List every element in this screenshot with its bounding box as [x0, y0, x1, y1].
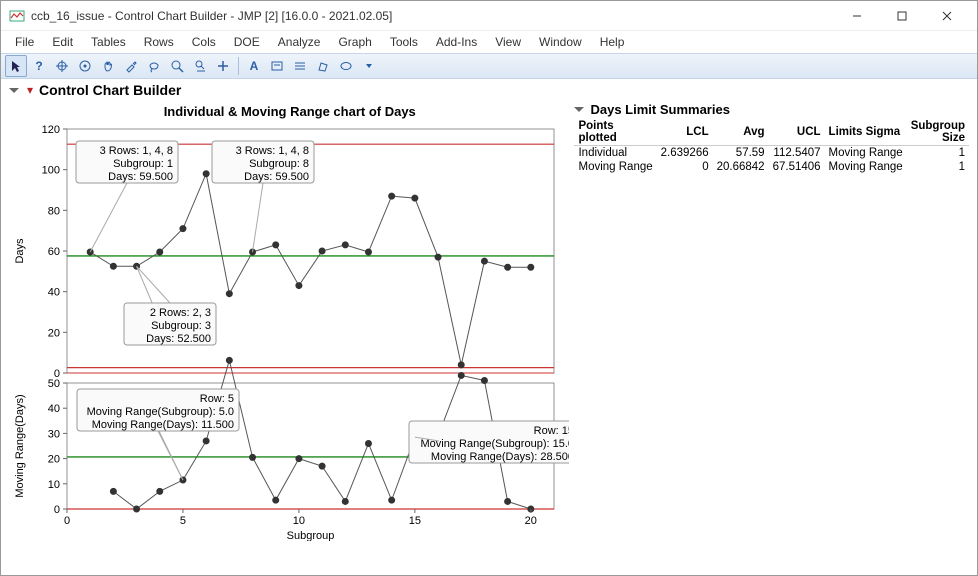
menu-tools[interactable]: Tools [382, 33, 426, 51]
toolbar: ? A [1, 53, 977, 79]
summary-table: Points plotted LCL Avg UCL Limits Sigma … [574, 119, 969, 174]
lasso-tool-icon[interactable] [143, 55, 165, 77]
svg-text:40: 40 [48, 403, 60, 415]
zoom-tool-icon[interactable] [166, 55, 188, 77]
disclosure-toggle-icon[interactable] [574, 107, 584, 112]
app-window: ccb_16_issue - Control Chart Builder - J… [0, 0, 978, 576]
svg-text:Moving Range(Subgroup): 15.0: Moving Range(Subgroup): 15.0 [421, 438, 569, 450]
magnify-axis-tool-icon[interactable] [189, 55, 211, 77]
menu-doe[interactable]: DOE [226, 33, 268, 51]
dropdown-tool-icon[interactable] [358, 55, 380, 77]
chart-title: Individual & Moving Range chart of Days [9, 104, 570, 119]
svg-text:50: 50 [48, 378, 60, 390]
svg-text:40: 40 [48, 287, 60, 299]
svg-text:Moving Range(Days): Moving Range(Days) [14, 394, 26, 497]
menubar: File Edit Tables Rows Cols DOE Analyze G… [1, 31, 977, 53]
maximize-button[interactable] [879, 1, 924, 30]
svg-text:Row: 5: Row: 5 [200, 393, 234, 405]
svg-text:30: 30 [48, 428, 60, 440]
menu-rows[interactable]: Rows [136, 33, 182, 51]
svg-text:60: 60 [48, 246, 60, 258]
rect-annotate-icon[interactable] [266, 55, 288, 77]
svg-text:10: 10 [48, 479, 60, 491]
summary-title: Days Limit Summaries [590, 102, 729, 117]
svg-text:Days: Days [14, 238, 26, 264]
svg-text:80: 80 [48, 205, 60, 217]
svg-text:120: 120 [42, 124, 60, 136]
svg-text:3 Rows: 1, 4, 8: 3 Rows: 1, 4, 8 [100, 145, 173, 157]
svg-text:20: 20 [48, 454, 60, 466]
polygon-tool-icon[interactable] [312, 55, 334, 77]
svg-text:Days: 52.500: Days: 52.500 [146, 333, 211, 345]
svg-text:Subgroup: Subgroup [287, 530, 335, 541]
menu-graph[interactable]: Graph [330, 33, 379, 51]
add-marker-tool-icon[interactable] [212, 55, 234, 77]
svg-text:2 Rows: 2, 3: 2 Rows: 2, 3 [150, 307, 211, 319]
scroll-tool-icon[interactable] [74, 55, 96, 77]
crosshair-tool-icon[interactable] [51, 55, 73, 77]
window-title: ccb_16_issue - Control Chart Builder - J… [31, 9, 834, 23]
svg-text:Subgroup: 1: Subgroup: 1 [113, 158, 173, 170]
titlebar: ccb_16_issue - Control Chart Builder - J… [1, 1, 977, 31]
ellipse-tool-icon[interactable] [335, 55, 357, 77]
menu-addins[interactable]: Add-Ins [428, 33, 485, 51]
brush-tool-icon[interactable] [120, 55, 142, 77]
svg-text:Days: 59.500: Days: 59.500 [108, 171, 173, 183]
table-header: Limits Sigma [825, 119, 907, 146]
help-tool-icon[interactable]: ? [28, 55, 50, 77]
svg-text:0: 0 [64, 515, 70, 527]
svg-text:Subgroup: 3: Subgroup: 3 [151, 320, 211, 332]
close-button[interactable] [924, 1, 969, 30]
svg-text:Moving Range(Days): 11.500: Moving Range(Days): 11.500 [92, 419, 234, 431]
svg-text:Subgroup: 8: Subgroup: 8 [249, 158, 309, 170]
table-row: Moving Range020.6684267.51406Moving Rang… [574, 160, 969, 174]
menu-cols[interactable]: Cols [184, 33, 224, 51]
menu-file[interactable]: File [7, 33, 42, 51]
menu-help[interactable]: Help [592, 33, 633, 51]
svg-text:Days: 59.500: Days: 59.500 [244, 171, 309, 183]
svg-text:15: 15 [409, 515, 421, 527]
svg-text:20: 20 [48, 327, 60, 339]
table-header: Avg [713, 119, 769, 146]
menu-analyze[interactable]: Analyze [270, 33, 329, 51]
table-row: Individual2.63926657.59112.5407Moving Ra… [574, 146, 969, 161]
svg-text:3 Rows: 1, 4, 8: 3 Rows: 1, 4, 8 [236, 145, 309, 157]
control-chart[interactable]: 020406080100120Days0102030405005101520Su… [9, 121, 569, 541]
lines-annotate-icon[interactable] [289, 55, 311, 77]
svg-text:10: 10 [293, 515, 305, 527]
minimize-button[interactable] [834, 1, 879, 30]
menu-edit[interactable]: Edit [44, 33, 81, 51]
svg-text:Moving Range(Subgroup): 5.0: Moving Range(Subgroup): 5.0 [87, 406, 234, 418]
table-header: UCL [769, 119, 825, 146]
disclosure-toggle-icon[interactable] [9, 88, 19, 93]
pointer-tool-icon[interactable] [5, 55, 27, 77]
svg-text:20: 20 [525, 515, 537, 527]
table-header: Points plotted [574, 119, 656, 146]
hotspot-menu-icon[interactable]: ▾ [25, 83, 35, 97]
text-tool-icon[interactable]: A [243, 55, 265, 77]
section-title: Control Chart Builder [39, 82, 181, 98]
menu-tables[interactable]: Tables [83, 33, 134, 51]
svg-text:100: 100 [42, 165, 60, 177]
svg-text:Row: 15: Row: 15 [534, 425, 569, 437]
app-icon [9, 8, 25, 24]
svg-text:5: 5 [180, 515, 186, 527]
content-area: ▾ Control Chart Builder Individual & Mov… [1, 79, 977, 575]
table-header: Subgroup Size [907, 119, 969, 146]
menu-view[interactable]: View [487, 33, 529, 51]
svg-text:Moving Range(Days): 28.500: Moving Range(Days): 28.500 [431, 451, 569, 463]
menu-window[interactable]: Window [531, 33, 590, 51]
hand-tool-icon[interactable] [97, 55, 119, 77]
table-header: LCL [657, 119, 713, 146]
svg-text:0: 0 [54, 504, 60, 516]
